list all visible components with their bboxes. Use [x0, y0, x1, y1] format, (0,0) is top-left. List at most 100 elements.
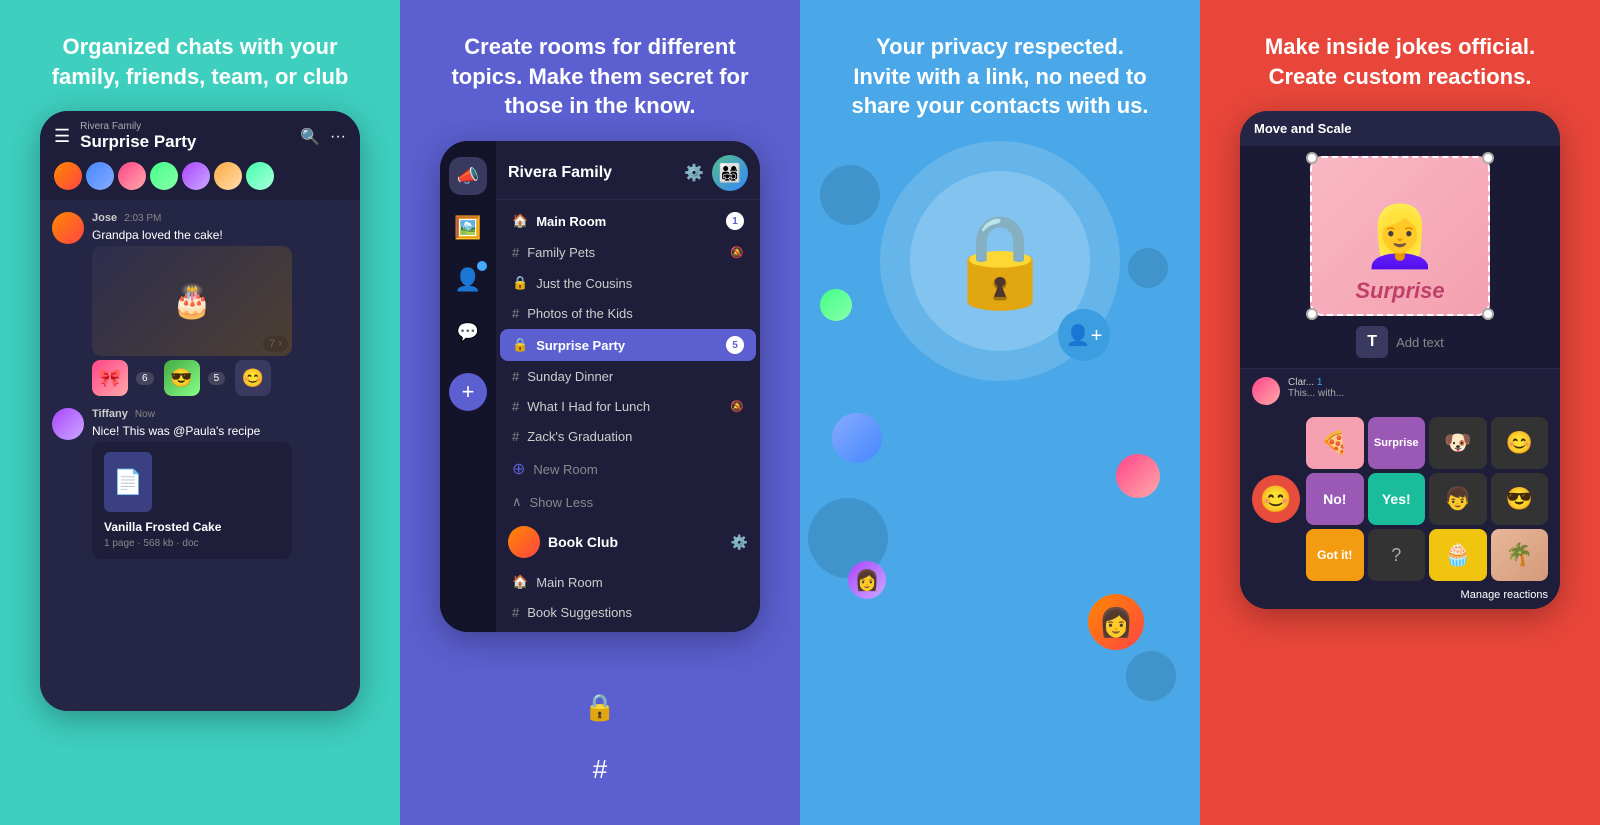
jose-time: 2:03 PM — [124, 213, 161, 224]
reaction-cell-yes[interactable]: Yes! — [1368, 473, 1426, 525]
reaction-cell-pizza[interactable]: 🍕 — [1306, 417, 1364, 469]
menu-icon[interactable]: ☰ — [54, 126, 70, 147]
panel-1-headline: Organized chats with your family, friend… — [50, 32, 350, 91]
room-item-surprise-party[interactable]: 🔒 Surprise Party 5 — [500, 329, 756, 361]
reaction-cell-surprise[interactable]: Surprise — [1368, 417, 1426, 469]
jose-image: 🎂 7 › — [92, 246, 292, 356]
avatar — [86, 162, 114, 190]
avatar — [214, 162, 242, 190]
jose-text: Grandpa loved the cake! — [92, 228, 292, 242]
reaction-cell-cake[interactable]: 🧁 — [1429, 529, 1487, 581]
room-item-family-pets[interactable]: # Family Pets 🔕 — [500, 238, 756, 267]
chat-preview-text: This... with... — [1288, 388, 1344, 399]
p2-main-content: Rivera Family ⚙️ 👨‍👩‍👧‍👦 🏠 Main Room 1 #… — [496, 141, 760, 632]
p1-avatar-row — [54, 156, 346, 194]
settings-icon[interactable]: ⚙️ — [684, 163, 704, 183]
avatar — [150, 162, 178, 190]
resize-handle[interactable] — [1306, 308, 1318, 320]
dot-circle — [820, 165, 880, 225]
chat-preview-avatar — [1252, 377, 1280, 405]
p2-group-avatar: 👨‍👩‍👧‍👦 — [712, 155, 748, 191]
privacy-illustration: 🔒 👤+ — [880, 141, 1120, 381]
sidebar-add-button[interactable]: + — [449, 373, 487, 411]
room-item-main-room[interactable]: 🏠 Main Room 1 — [500, 205, 756, 237]
text-icon[interactable]: T — [1356, 326, 1388, 358]
resize-handle[interactable] — [1306, 152, 1318, 164]
reaction-cell-cool[interactable]: 😎 — [1491, 473, 1549, 525]
avatar — [118, 162, 146, 190]
book-club-name: Book Club — [548, 534, 618, 550]
room-name-lunch: What I Had for Lunch — [527, 399, 650, 414]
reaction-cell-smile[interactable]: 😊 — [1491, 417, 1549, 469]
book-club-settings[interactable]: ⚙️ — [731, 534, 748, 551]
jose-avatar — [52, 212, 84, 244]
floating-avatar: 👩 — [848, 561, 886, 599]
manage-reactions-label[interactable]: Manage reactions — [1240, 585, 1560, 609]
room-badge-main: 1 — [726, 212, 744, 230]
book-club-avatar — [508, 526, 540, 558]
panel-2-phone: 📣 🖼️ 👤 💬 + Rivera Family ⚙️ 👨‍👩‍👧‍👦 — [440, 141, 760, 632]
p4-canvas: 👱‍♀️ Surprise T Add text — [1240, 146, 1560, 368]
reaction-cell-person[interactable]: 👦 — [1429, 473, 1487, 525]
book-club-section: Book Club ⚙️ — [496, 518, 760, 566]
room-item-book-suggestions[interactable]: # Book Suggestions — [500, 598, 756, 627]
p1-small-label: Rivera Family — [80, 121, 300, 132]
room-name-surprise-party: Surprise Party — [536, 338, 625, 353]
room-item-cousins[interactable]: 🔒 Just the Cousins — [500, 268, 756, 298]
room-name-photos: Photos of the Kids — [527, 306, 633, 321]
more-icon[interactable]: ··· — [330, 128, 346, 146]
room-item-photos[interactable]: # Photos of the Kids — [500, 299, 756, 328]
panel-2-headline: Create rooms for different topics. Make … — [450, 32, 750, 121]
room-badge-surprise: 5 — [726, 336, 744, 354]
room-item-new-room[interactable]: ⊕ New Room — [500, 452, 756, 486]
room-name-book-suggestions: Book Suggestions — [527, 605, 632, 620]
room-item-lunch[interactable]: # What I Had for Lunch 🔕 — [500, 392, 756, 421]
room-name-new-room: New Room — [533, 462, 597, 477]
floating-avatar: 👩 — [1088, 594, 1144, 650]
avatar — [246, 162, 274, 190]
home-icon: 🏠 — [512, 574, 528, 590]
reaction-cell-gotit[interactable]: Got it! — [1306, 529, 1364, 581]
reaction-panel: Clar... 1 This... with... 😊 🍕 Surprise 🐶… — [1240, 368, 1560, 609]
sidebar-megaphone-icon[interactable]: 📣 — [449, 157, 487, 195]
reaction-cell-no[interactable]: No! — [1306, 473, 1364, 525]
reaction-cell-palm[interactable]: 🌴 — [1491, 529, 1549, 581]
tiffany-name: Tiffany Now — [92, 408, 292, 420]
room-item-book-main[interactable]: 🏠 Main Room — [500, 567, 756, 597]
reaction-cell-dog[interactable]: 🐶 — [1429, 417, 1487, 469]
panel-1: Organized chats with your family, friend… — [0, 0, 400, 825]
chat-message-jose: Jose 2:03 PM Grandpa loved the cake! 🎂 7… — [52, 212, 348, 396]
sidebar-chat-icon[interactable]: 💬 — [449, 313, 487, 351]
show-less-label: Show Less — [530, 495, 594, 510]
room-item-show-less[interactable]: ∧ Show Less — [500, 487, 756, 517]
jose-name: Jose 2:03 PM — [92, 212, 292, 224]
sticker-editor-image: 👱‍♀️ Surprise — [1310, 156, 1490, 316]
reaction-row-controls: 😊 🍕 Surprise 🐶 😊 No! Yes! 👦 😎 Got it! ? … — [1240, 413, 1560, 585]
room-item-sunday-dinner[interactable]: # Sunday Dinner — [500, 362, 756, 391]
sticker-thumb: 😊 — [235, 360, 271, 396]
resize-handle[interactable] — [1482, 308, 1494, 320]
plus-icon: ⊕ — [512, 459, 525, 479]
resize-handle[interactable] — [1482, 152, 1494, 164]
hash-big-button[interactable]: # — [574, 743, 626, 795]
file-name: Vanilla Frosted Cake — [104, 520, 280, 534]
avatar — [54, 162, 82, 190]
panel-3-headline: Your privacy respected. Invite with a li… — [850, 32, 1150, 121]
p2-bottom-icons: 🔒 # — [574, 681, 626, 795]
emoji-reaction-button[interactable]: 😊 — [1252, 475, 1300, 523]
sticker-thumb: 🎀 — [92, 360, 128, 396]
tiffany-text: Nice! This was @Paula's recipe — [92, 424, 292, 438]
lock-big-button[interactable]: 🔒 — [574, 681, 626, 733]
sidebar-photo-icon[interactable]: 🖼️ — [449, 209, 487, 247]
search-icon[interactable]: 🔍 — [300, 127, 320, 147]
reaction-cell-question[interactable]: ? — [1368, 529, 1426, 581]
hash-icon: # — [512, 605, 519, 620]
p2-header: Rivera Family ⚙️ 👨‍👩‍👧‍👦 — [496, 141, 760, 200]
room-item-graduation[interactable]: # Zack's Graduation — [500, 422, 756, 451]
sticker-count: 5 — [208, 372, 226, 385]
add-text-label: Add text — [1396, 335, 1444, 350]
sidebar-person-icon[interactable]: 👤 — [449, 261, 487, 299]
reaction-grid: 🍕 Surprise 🐶 😊 No! Yes! 👦 😎 Got it! ? 🧁 … — [1306, 417, 1548, 581]
floating-avatar — [832, 413, 882, 463]
p2-sidebar: 📣 🖼️ 👤 💬 + — [440, 141, 496, 632]
